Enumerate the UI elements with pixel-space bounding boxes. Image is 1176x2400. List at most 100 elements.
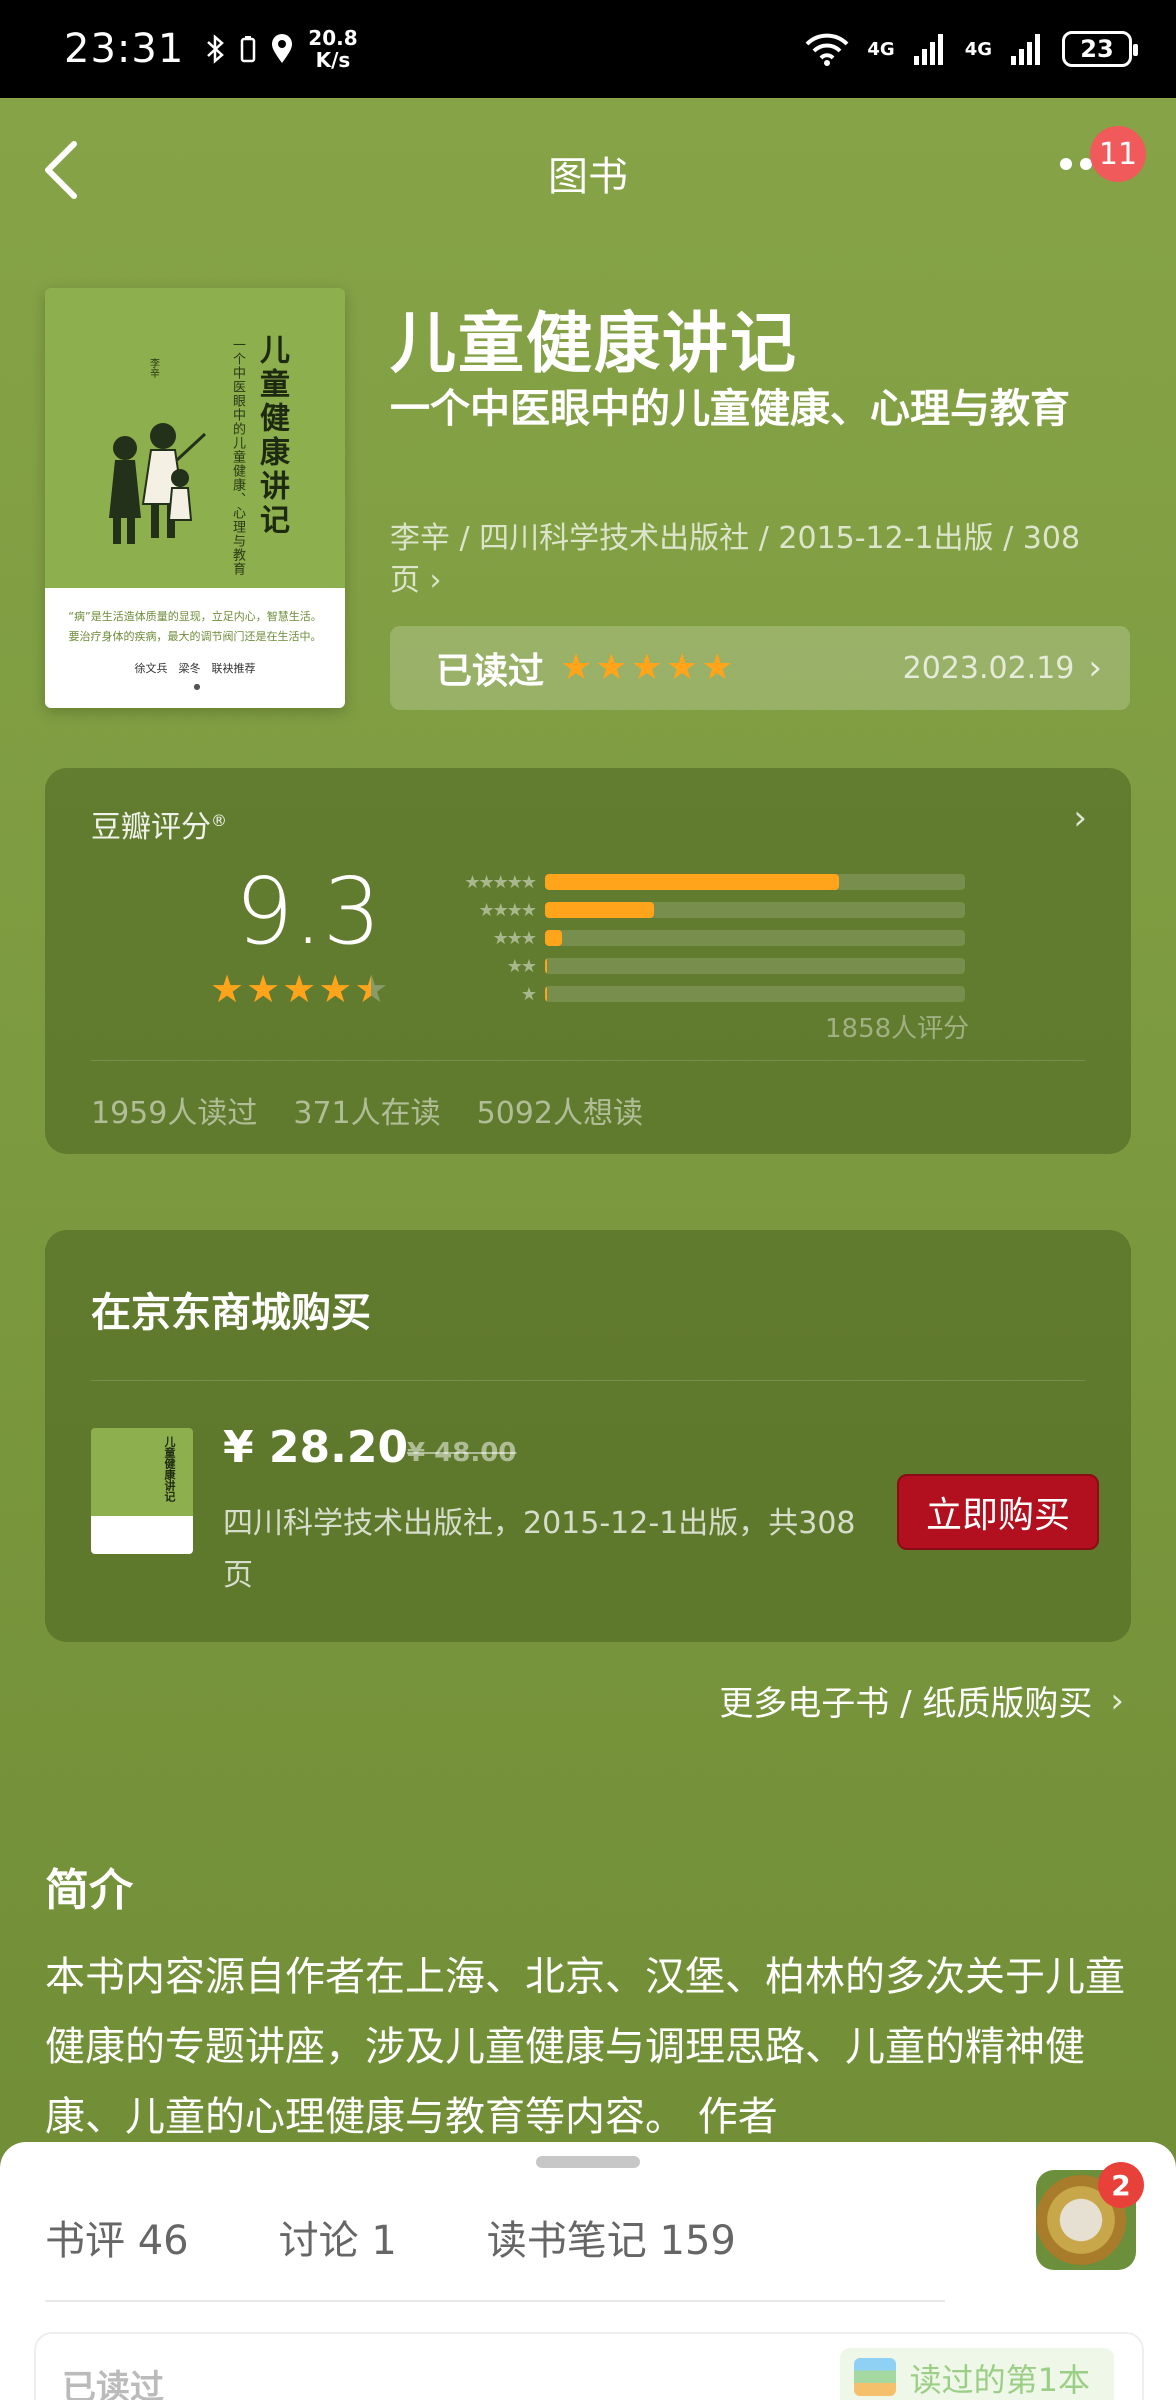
read-card[interactable]: 已读过 读过的第1本: [34, 2332, 1144, 2400]
star-icon: ★: [318, 967, 353, 1011]
distribution-stars: ★★★: [492, 927, 537, 949]
svg-text:李辛: 李辛: [148, 357, 160, 379]
signal-icon: [913, 34, 943, 65]
divider: [45, 2300, 945, 2302]
chevron-right-icon: ›: [1110, 1680, 1124, 1721]
jd-book-thumbnail[interactable]: 儿童健康讲记: [91, 1428, 193, 1554]
star-icon: ★: [282, 967, 317, 1011]
jd-description: 四川科学技术出版社，2015-12-1出版，共308页: [223, 1506, 856, 1593]
speed-unit: K/s: [315, 48, 351, 72]
distribution-stars: ★★: [506, 955, 537, 977]
network-speed: 20.8 K/s: [308, 27, 357, 71]
star-icon: ★: [560, 647, 593, 688]
distribution-bar: [545, 902, 655, 918]
cover-art: 李辛: [45, 288, 345, 588]
status-bar: 23:31 20.8 K/s 4G 4G 23: [0, 0, 1176, 98]
star-icon: ★: [246, 967, 281, 1011]
battery-saver-icon: [241, 36, 256, 63]
read-count-chip-text: 读过的第1本: [909, 2361, 1090, 2399]
distribution-stars: ★★★★★: [464, 871, 537, 893]
distribution-track: [545, 986, 965, 1002]
distribution-bar: [545, 874, 839, 890]
tab-discussion[interactable]: 讨论 1: [279, 2208, 397, 2266]
intro-text[interactable]: 本书内容源自作者在上海、北京、汉堡、柏林的多次关于儿童健康的专题讲座，涉及儿童健…: [45, 1942, 1135, 2152]
thumbnail-title: 儿童健康讲记: [163, 1436, 176, 1502]
book-cover[interactable]: 李辛 儿童健康讲记 一个中医眼中的儿童健康、心理与教育 “病”是生活造体质量的显…: [45, 288, 345, 708]
rating-title: 豆瓣评分®: [91, 802, 227, 846]
tab-reviews[interactable]: 书评 46: [45, 2208, 189, 2266]
book-meta-text: 李辛 / 四川科学技术出版社 / 2015-12-1出版 / 308页: [390, 521, 1081, 598]
star-icon: ★: [354, 967, 389, 1011]
status-time: 23:31: [64, 26, 185, 72]
star-icon: ★: [701, 647, 734, 688]
book-title: 儿童健康讲记: [390, 305, 798, 382]
distribution-row: ★: [425, 980, 965, 1008]
sheet-tabs: 书评 46 讨论 1 读书笔记 159: [45, 2208, 736, 2266]
read-status-bar[interactable]: 已读过 ★ ★ ★ ★ ★ 2023.02.19 ›: [390, 626, 1130, 710]
children-illustration: 李辛: [109, 357, 207, 544]
notification-badge[interactable]: 11: [1090, 126, 1146, 182]
reading-stats: 1959人读过 371人在读 5092人想读: [91, 1088, 643, 1132]
distribution-track: [545, 958, 965, 974]
read-count: 1959人读过: [91, 1096, 258, 1131]
publisher-logo: ●: [193, 682, 201, 691]
book-subtitle: 一个中医眼中的儿童健康、心理与教育: [390, 386, 1070, 432]
rating-score: 9.3: [235, 858, 382, 965]
distribution-track: [545, 874, 965, 890]
tab-notes[interactable]: 读书笔记 159: [487, 2208, 736, 2266]
distribution-row: ★★★★: [425, 896, 965, 924]
signal-icon: [1011, 34, 1040, 65]
distribution-stars: ★: [520, 983, 537, 1005]
battery-level: 23: [1080, 35, 1114, 63]
cover-authors: 徐文兵 梁冬 联袂推荐: [134, 662, 256, 675]
page-title: 图书: [548, 154, 628, 200]
cover-title: 儿童健康讲记: [254, 334, 289, 538]
book-meta[interactable]: 李辛 / 四川科学技术出版社 / 2015-12-1出版 / 308页 ›: [390, 518, 1090, 602]
reading-count: 371人在读: [293, 1096, 441, 1131]
distribution-track: [545, 902, 965, 918]
distribution-bar: [545, 930, 562, 946]
network-type-1: 4G: [867, 38, 895, 60]
chevron-right-icon[interactable]: ›: [1073, 798, 1087, 838]
distribution-row: ★★★: [425, 924, 965, 952]
intro-title: 简介: [45, 1865, 133, 1916]
battery-icon: 23: [1062, 31, 1138, 67]
chevron-right-icon: ›: [1088, 648, 1102, 688]
rating-stars: ★ ★ ★ ★ ★: [210, 970, 388, 1008]
star-icon: ★: [665, 647, 699, 688]
jd-price: ¥ 28.20: [223, 1422, 409, 1473]
network-type-2: 4G: [964, 38, 992, 60]
status-icons-right: 4G 4G 23: [805, 31, 1138, 67]
more-dots-icon[interactable]: [1060, 158, 1092, 170]
chevron-right-icon: ›: [429, 563, 442, 598]
distribution-row: ★★: [425, 952, 965, 980]
distribution-stars: ★★★★: [478, 899, 537, 921]
divider: [91, 1060, 1085, 1061]
distribution-track: [545, 930, 965, 946]
bottom-sheet: 书评 46 讨论 1 读书笔记 159 2 已读过 读过的第1本: [0, 2142, 1176, 2400]
distribution-bar: [545, 986, 548, 1002]
thumbnail-bottom: [91, 1516, 193, 1554]
divider: [91, 1380, 1085, 1381]
registered-mark: ®: [211, 811, 227, 830]
cover-blurb-2: 要治疗身体的疾病，最大的调节阀门还是在生活中。: [68, 630, 322, 643]
avatar-badge: 2: [1098, 2162, 1144, 2208]
want-count: 5092人想读: [476, 1096, 643, 1131]
book-stack-icon: [853, 2358, 896, 2396]
jd-purchase-card: 在京东商城购买 儿童健康讲记 ¥ 28.20 ¥ 48.00 四川科学技术出版社…: [45, 1230, 1131, 1642]
douban-rating-card[interactable]: 豆瓣评分® › 9.3 ★ ★ ★ ★ ★ ★★★★★ ★★★★ ★★★ ★★ ★ 1858人评…: [45, 768, 1131, 1154]
bluetooth-icon: [207, 34, 225, 64]
read-count-chip: 读过的第1本: [839, 2348, 1114, 2400]
jd-title: 在京东商城购买: [91, 1290, 371, 1336]
jd-original-price: ¥ 48.00: [407, 1438, 517, 1468]
drag-handle[interactable]: [536, 2156, 640, 2168]
location-icon: [272, 34, 293, 63]
buy-now-button[interactable]: 立即购买: [897, 1474, 1099, 1550]
more-purchase-link[interactable]: 更多电子书 / 纸质版购买 ›: [719, 1676, 1124, 1725]
star-icon: ★: [210, 967, 245, 1011]
distribution-bar: [545, 958, 548, 974]
read-card-label: 已读过: [62, 2368, 164, 2400]
rating-count: 1858人评分: [825, 1014, 970, 1044]
cover-subtitle: 一个中医眼中的儿童健康、心理与教育: [230, 338, 245, 576]
cover-blurb-1: “病”是生活造体质量的显现，立足内心，智慧生活。: [68, 610, 322, 623]
